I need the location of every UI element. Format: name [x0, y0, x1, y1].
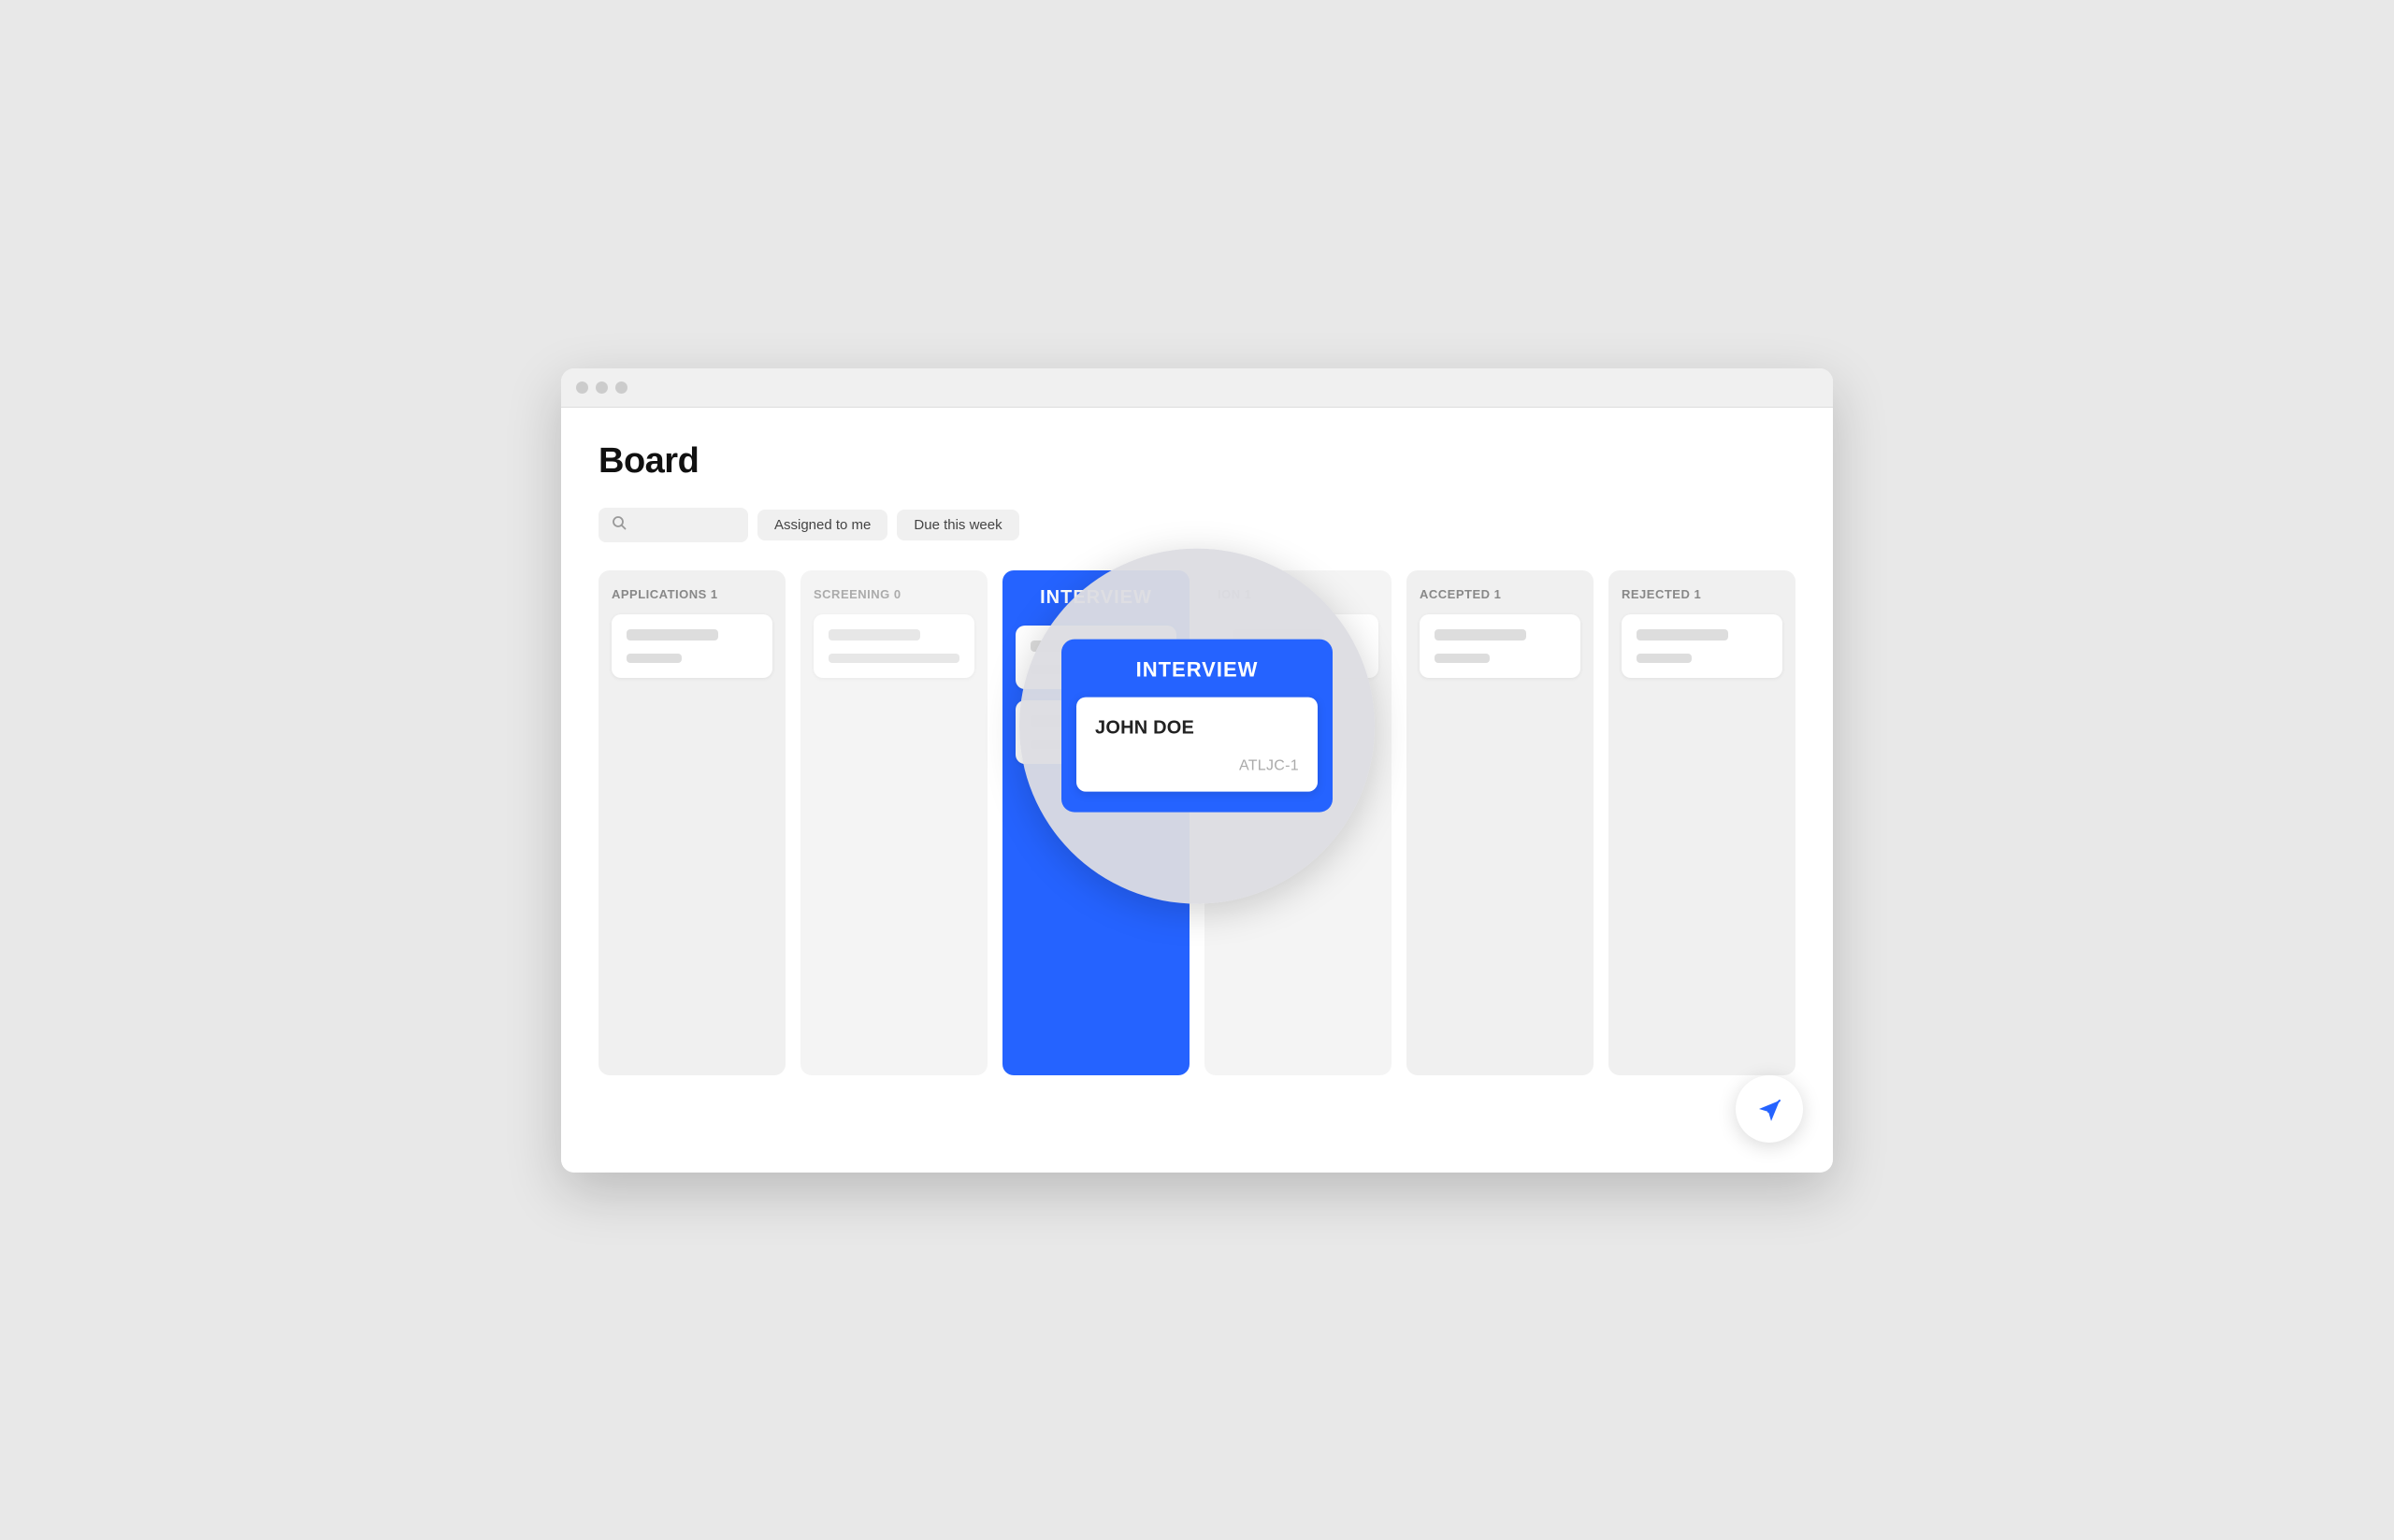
column-header-rejected: REJECTED 1	[1622, 587, 1782, 601]
card-bar-sm	[1435, 654, 1490, 663]
traffic-light-maximize[interactable]	[615, 381, 627, 394]
titlebar	[561, 368, 1833, 408]
search-box[interactable]	[598, 508, 748, 542]
column-header-screening: SCREENING 0	[814, 587, 974, 601]
filter-due-week-button[interactable]: Due this week	[897, 510, 1018, 540]
magnifier-card-id: ATLJC-1	[1095, 758, 1299, 775]
card-bar	[1435, 629, 1526, 640]
filter-assigned-button[interactable]: Assigned to me	[757, 510, 887, 540]
card-bar-sm	[627, 654, 682, 663]
magnifier-inner: INTERVIEW JOHN DOE ATLJC-1	[1061, 640, 1333, 813]
magnifier-card-name: JOHN DOE	[1095, 718, 1299, 740]
card-bar	[1637, 629, 1728, 640]
send-icon	[1752, 1091, 1787, 1127]
card-rejected-1[interactable]	[1622, 614, 1782, 678]
traffic-light-minimize[interactable]	[596, 381, 608, 394]
card-bar-sm	[1637, 654, 1692, 663]
column-header-applications: APPLICATIONS 1	[612, 587, 772, 601]
column-applications: APPLICATIONS 1	[598, 570, 786, 1075]
magnifier-column-title: INTERVIEW	[1076, 658, 1318, 683]
toolbar: Assigned to me Due this week	[598, 508, 1796, 542]
card-screening-1[interactable]	[814, 614, 974, 678]
card-applications-1[interactable]	[612, 614, 772, 678]
app-window: Board Assigned to me Due this week APPLI…	[561, 368, 1833, 1173]
main-content: Board Assigned to me Due this week APPLI…	[561, 408, 1833, 1173]
column-header-accepted: ACCEPTED 1	[1420, 587, 1580, 601]
magnifier-overlay: INTERVIEW JOHN DOE ATLJC-1	[1019, 548, 1375, 903]
search-icon	[612, 515, 627, 535]
column-screening: SCREENING 0	[800, 570, 988, 1075]
column-accepted: ACCEPTED 1	[1406, 570, 1594, 1075]
traffic-lights	[576, 381, 627, 394]
page-title: Board	[598, 441, 1796, 482]
magnifier-card[interactable]: JOHN DOE ATLJC-1	[1076, 698, 1318, 792]
card-bar-sm	[829, 654, 959, 663]
fab-button[interactable]	[1736, 1075, 1803, 1143]
column-rejected: REJECTED 1	[1608, 570, 1796, 1075]
traffic-light-close[interactable]	[576, 381, 588, 394]
card-bar	[829, 629, 920, 640]
card-bar	[627, 629, 718, 640]
card-accepted-1[interactable]	[1420, 614, 1580, 678]
